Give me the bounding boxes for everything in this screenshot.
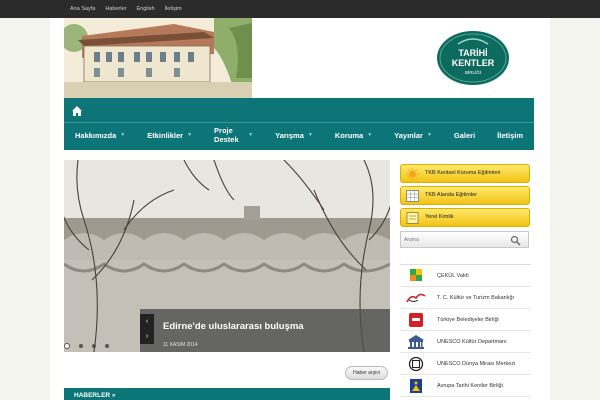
sidebar-button-label: TKB Alanda Eğitimler (425, 192, 477, 198)
news-section-title: HABERLER » (74, 392, 116, 399)
sidebar-button-label: Yerel Kimlik (425, 214, 454, 220)
top-link-english[interactable]: English (136, 6, 154, 12)
slider-dot[interactable] (105, 344, 109, 348)
nav-item-label: Koruma (334, 130, 364, 140)
tarihi-kentler-logo: TARİHİ KENTLER BİRLİĞİ (437, 31, 509, 85)
tbb-logo-icon (409, 313, 423, 327)
slider-arrows: ‹ › (140, 314, 154, 344)
chevron-down-icon: ▼ (120, 132, 126, 138)
sidebar-button-local-identity[interactable]: Yerel Kimlik (400, 208, 530, 227)
top-link-news[interactable]: Haberler (105, 6, 126, 12)
main-navigation: Hakkımızda ▼ Etkinlikler ▼ Proje Destek ▼ Y… (64, 98, 534, 150)
world-heritage-icon (408, 356, 424, 372)
partner-link-municipalities[interactable]: Türkiye Belediyeler Birliği (400, 309, 531, 331)
nav-item-contact[interactable]: İletişim (486, 124, 534, 146)
nav-item-events[interactable]: Etkinlikler ▼ (136, 124, 203, 146)
nav-item-conservation[interactable]: Koruma ▼ (324, 124, 383, 146)
nav-item-label: Hakkımızda (75, 130, 117, 140)
partner-link-cekul[interactable]: ÇEKÜL Vakfı (400, 265, 531, 287)
nav-item-label: Yarışma (275, 130, 304, 140)
nav-divider (64, 122, 534, 123)
svg-text:BİRLİĞİ: BİRLİĞİ (465, 69, 481, 75)
sidebar-button-field-training[interactable]: TKB Alanda Eğitimler (400, 186, 530, 205)
top-link-home[interactable]: Ana Sayfa (70, 6, 95, 12)
chevron-down-icon: ▼ (248, 132, 254, 138)
partner-link-label: Avrupa Tarihi Kentler Birliği (437, 383, 503, 389)
slide-title[interactable]: Edirne'de uluslararası buluşma (163, 321, 304, 332)
nav-menu: Hakkımızda ▼ Etkinlikler ▼ Proje Destek ▼ Y… (64, 124, 534, 146)
top-links: Ana Sayfa Haberler English İletişim (70, 0, 182, 18)
slider-dot[interactable] (64, 343, 70, 349)
nav-item-label: Galeri (453, 130, 476, 140)
grid-icon (406, 190, 419, 202)
unesco-logo-icon (408, 335, 424, 349)
note-icon (406, 212, 419, 224)
svg-text:TARİHİ: TARİHİ (458, 48, 487, 58)
partner-links: ÇEKÜL Vakfı T. C. Kültür ve Turizm Bakan… (400, 264, 531, 400)
nav-item-gallery[interactable]: Galeri (443, 124, 486, 146)
partner-link-efhc[interactable]: Avrupa Tarihi Kentler Birliği (400, 375, 531, 397)
efhc-logo-icon (410, 379, 422, 393)
slider-dot[interactable] (79, 344, 83, 348)
sidebar-button-label: TKB Kentsel Koruma Eğitimleri (425, 170, 501, 176)
nav-item-label: İletişim (497, 130, 523, 140)
nav-item-about[interactable]: Hakkımızda ▼ (64, 124, 136, 146)
svg-text:KENTLER: KENTLER (452, 58, 495, 68)
partner-link-label: UNESCO Dünya Mirası Merkezi (437, 361, 516, 367)
slider-prev-button[interactable]: ‹ (140, 314, 154, 329)
slider-next-button[interactable]: › (140, 329, 154, 344)
news-archive-button[interactable]: Haber arşivi (345, 366, 388, 380)
chevron-down-icon: ▼ (426, 132, 432, 138)
partner-link-culture-ministry[interactable]: T. C. Kültür ve Turizm Bakanlığı (400, 287, 531, 309)
chevron-down-icon: ▼ (187, 132, 193, 138)
top-link-contact[interactable]: İletişim (165, 6, 182, 12)
cekul-logo-icon (410, 269, 422, 281)
sidebar-button-urban-training[interactable]: TKB Kentsel Koruma Eğitimleri (400, 164, 530, 183)
partner-link-label: ÇEKÜL Vakfı (437, 273, 469, 279)
nav-item-project-support[interactable]: Proje Destek ▼ (203, 124, 264, 146)
search-input[interactable] (404, 235, 504, 245)
slider-dot[interactable] (92, 344, 96, 348)
slider-dots (64, 343, 109, 349)
search-box (400, 231, 529, 248)
top-bar: Ana Sayfa Haberler English İletişim (0, 0, 600, 18)
header-illustration (64, 18, 252, 98)
slide-date: 11 KASIM 2014 (163, 342, 198, 348)
partner-link-label: UNESCO Kültür Departmanı (437, 339, 507, 345)
chevron-down-icon: ▼ (367, 132, 373, 138)
search-icon[interactable] (510, 235, 521, 246)
nav-item-competition[interactable]: Yarışma ▼ (264, 124, 324, 146)
nav-item-label: Etkinlikler (147, 130, 184, 140)
home-icon[interactable] (70, 104, 84, 118)
partner-link-unesco-culture[interactable]: UNESCO Kültür Departmanı (400, 331, 531, 353)
nav-item-publications[interactable]: Yayınlar ▼ (383, 124, 443, 146)
slide-caption[interactable]: Edirne'de uluslararası buluşma 11 KASIM … (140, 309, 390, 352)
news-section-header[interactable]: HABERLER » (64, 388, 390, 400)
chevron-down-icon: ▼ (307, 132, 313, 138)
partner-link-label: Türkiye Belediyeler Birliği (437, 317, 499, 323)
partner-link-world-heritage[interactable]: UNESCO Dünya Mirası Merkezi (400, 353, 531, 375)
sun-icon (406, 167, 419, 181)
nav-item-label: Yayınlar (394, 130, 423, 140)
turkiye-logo-icon (406, 293, 426, 303)
nav-item-label: Proje Destek (214, 126, 239, 144)
partner-link-label: T. C. Kültür ve Turizm Bakanlığı (437, 295, 515, 301)
